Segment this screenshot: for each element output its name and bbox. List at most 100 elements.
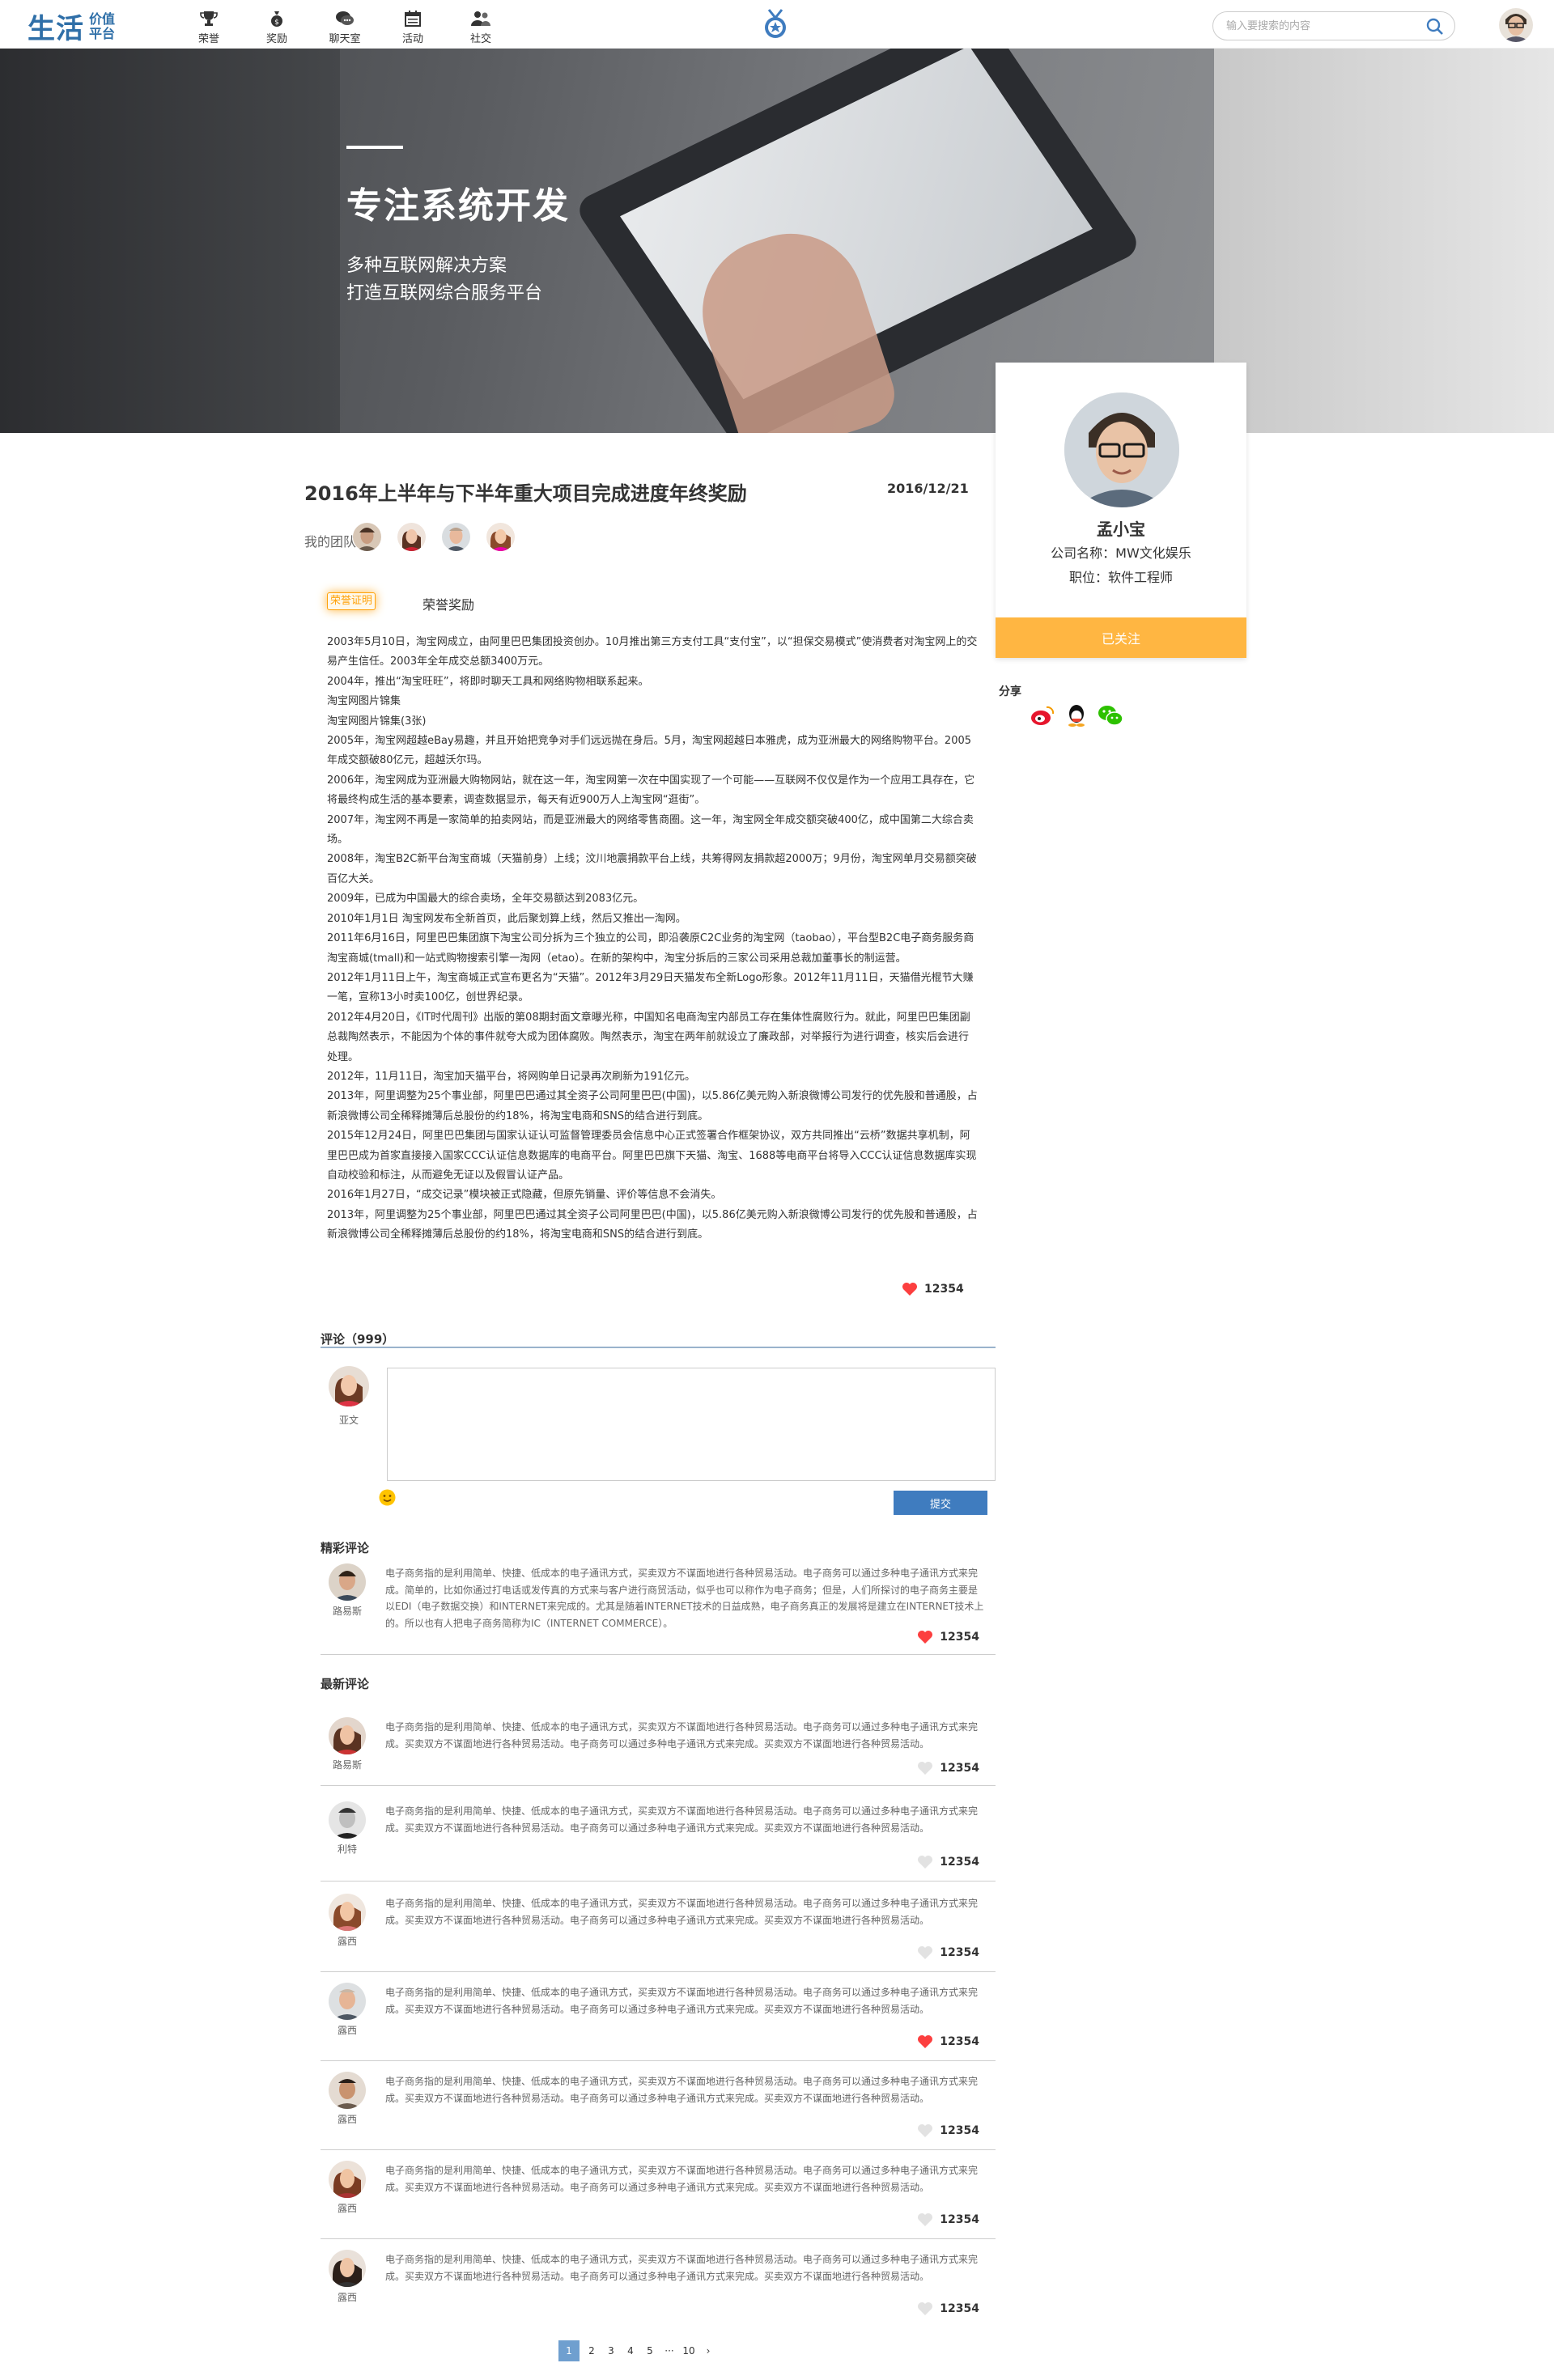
- nav-item-chatroom[interactable]: 聊天室: [311, 5, 379, 45]
- commenter-name: 露西: [337, 2114, 357, 2125]
- article-paragraph: 2013年，阿里调整为25个事业部，阿里巴巴通过其全资子公司阿里巴巴(中国)，以…: [327, 1208, 978, 1241]
- comment-like[interactable]: 12354: [917, 2034, 979, 2049]
- profile-avatar: [1064, 392, 1179, 507]
- share-icons: [1030, 702, 1123, 728]
- article-body: 2003年5月10日，淘宝网成立，由阿里巴巴集团投资创办。10月推出第三方支付工…: [327, 633, 978, 1245]
- current-user-name: 亚文: [338, 1415, 359, 1426]
- pagination: 1 2 3 4 5 ··· 10 ›: [558, 2340, 715, 2361]
- latest-comments-header: 最新评论: [321, 1677, 370, 1691]
- article-paragraph: 2009年，已成为中国最大的综合卖场，全年交易额达到2083亿元。: [327, 893, 644, 906]
- commenter-name: 利特: [337, 1843, 357, 1855]
- honor-certificate-tag[interactable]: 荣誉证明: [327, 592, 376, 610]
- page-3[interactable]: 3: [604, 2342, 618, 2360]
- nav-item-honor[interactable]: 荣誉: [175, 5, 243, 45]
- comment-like[interactable]: 12354: [917, 1630, 979, 1644]
- page-4[interactable]: 4: [623, 2342, 638, 2360]
- commenter-avatar[interactable]: [329, 2161, 366, 2198]
- submit-button[interactable]: 提交: [894, 1491, 987, 1515]
- commenter-name: 露西: [337, 2025, 357, 2036]
- commenter-name: 路易斯: [332, 1759, 362, 1771]
- nav-label: 活动: [401, 33, 423, 45]
- emoji-icon[interactable]: [379, 1489, 396, 1506]
- banner-subtitle: 多种互联网解决方案 打造互联网综合服务平台: [346, 252, 570, 308]
- heart-outline-icon: [918, 2302, 933, 2315]
- article-date: 2016/12/21: [887, 481, 969, 496]
- top-navigation-bar: 生活 价值 平台 荣誉 $ 奖励 聊天室 活动 社交: [0, 0, 1554, 49]
- article-like[interactable]: 12354: [902, 1282, 964, 1296]
- people-icon: [471, 11, 490, 26]
- comment-textarea[interactable]: [387, 1368, 996, 1481]
- page-2[interactable]: 2: [584, 2342, 599, 2360]
- medal-icon[interactable]: [759, 8, 792, 45]
- logo-sub-text: 价值 平台: [89, 11, 116, 41]
- commenter-avatar[interactable]: [329, 1894, 366, 1931]
- commenter-avatar[interactable]: [329, 1983, 366, 2020]
- nav-label: 荣誉: [197, 33, 219, 45]
- commenter-avatar[interactable]: [329, 1801, 366, 1839]
- article-paragraph: 2005年，淘宝网超越eBay易趣，并且开始把竞争对手们远远抛在身后。5月，淘宝…: [327, 735, 972, 767]
- logo-sub-line2: 平台: [89, 25, 116, 41]
- nav-item-reward[interactable]: $ 奖励: [243, 5, 311, 45]
- comment-like[interactable]: 12354: [917, 2212, 979, 2227]
- comment-like[interactable]: 12354: [917, 1945, 979, 1960]
- commenter-avatar[interactable]: [329, 1563, 366, 1601]
- nav-label: 社交: [469, 33, 491, 45]
- team-member-avatar[interactable]: [397, 523, 426, 551]
- wechat-icon[interactable]: [1098, 702, 1123, 728]
- banner-accent-line: [346, 146, 403, 149]
- calendar-icon: [405, 11, 421, 27]
- comment-like-count: 12354: [940, 2035, 979, 2048]
- comments-header: 评论（999）: [321, 1332, 395, 1347]
- team-member-avatar[interactable]: [486, 523, 515, 551]
- comment-like-count: 12354: [940, 1856, 979, 1869]
- heart-icon: [918, 1631, 933, 1644]
- nav-label: 奖励: [265, 33, 287, 45]
- comment-like[interactable]: 12354: [917, 2302, 979, 2316]
- comment-divider: [321, 2238, 996, 2239]
- article-paragraph: 淘宝网图片锦集(3张): [327, 715, 427, 728]
- commenter-avatar[interactable]: [329, 2072, 366, 2109]
- commenter-name: 露西: [337, 2203, 357, 2214]
- article-paragraph: 2006年，淘宝网成为亚洲最大购物网站，就在这一年，淘宝网第一次在中国实现了一个…: [327, 774, 975, 807]
- site-logo[interactable]: 生活 价值 平台: [28, 6, 115, 46]
- comment-like[interactable]: 12354: [917, 1855, 979, 1869]
- weibo-icon[interactable]: [1030, 702, 1055, 728]
- nav-item-social[interactable]: 社交: [447, 5, 515, 45]
- comment-text: 电子商务指的是利用简单、快捷、低成本的电子通讯方式，买卖双方不谋面地进行各种贸易…: [385, 1987, 979, 2015]
- team-member-avatar[interactable]: [353, 523, 381, 551]
- heart-outline-icon: [918, 1762, 933, 1775]
- heart-icon: [918, 2035, 933, 2048]
- comment-divider: [321, 1785, 996, 1786]
- search-icon[interactable]: [1425, 17, 1445, 40]
- comment-divider: [321, 2149, 996, 2150]
- user-avatar[interactable]: [1499, 8, 1533, 42]
- nav-label: 聊天室: [329, 33, 361, 45]
- comment-divider: [321, 1881, 996, 1882]
- article-paragraph: 2012年1月11日上午，淘宝商城正式宣布更名为“天猫”。2012年3月29日天…: [327, 971, 974, 1004]
- qq-icon[interactable]: [1064, 702, 1089, 728]
- follow-button[interactable]: 已关注: [996, 617, 1246, 658]
- team-member-avatar[interactable]: [442, 523, 470, 551]
- page-5[interactable]: 5: [643, 2342, 657, 2360]
- profile-card: 孟小宝 公司名称：MW文化娱乐 职位：软件工程师 已关注: [996, 363, 1246, 658]
- article-paragraph: 2010年1月1日 淘宝网发布全新首页，此后聚划算上线，然后又推出一淘网。: [327, 912, 686, 925]
- article-paragraph: 2007年，淘宝网不再是一家简单的拍卖网站，而是亚洲最大的网络零售商圈。这一年，…: [327, 813, 974, 846]
- article-paragraph: 2013年，阿里调整为25个事业部，阿里巴巴通过其全资子公司阿里巴巴(中国)，以…: [327, 1090, 978, 1122]
- article-paragraph: 2011年6月16日，阿里巴巴集团旗下淘宝公司分拆为三个独立的公司，即沿袭原C2…: [327, 932, 974, 965]
- comment-divider: [321, 2060, 996, 2061]
- team-label: 我的团队: [304, 534, 357, 549]
- article-paragraph: 2012年，11月11日，淘宝加天猫平台，将网购单日记录再次刷新为191亿元。: [327, 1070, 695, 1083]
- next-page-button[interactable]: ›: [701, 2342, 715, 2360]
- heart-outline-icon: [918, 2124, 933, 2137]
- comment-text: 电子商务指的是利用简单、快捷、低成本的电子通讯方式，买卖双方不谋面地进行各种贸易…: [385, 2165, 979, 2193]
- commenter-avatar[interactable]: [329, 1717, 366, 1754]
- comment-like[interactable]: 12354: [917, 1761, 979, 1775]
- page-1[interactable]: 1: [558, 2340, 580, 2361]
- nav-item-activity[interactable]: 活动: [379, 5, 447, 45]
- logo-main-text: 生活: [28, 13, 84, 45]
- page-10[interactable]: 10: [681, 2342, 696, 2360]
- commenter-avatar[interactable]: [329, 2250, 366, 2287]
- comment-like[interactable]: 12354: [917, 2123, 979, 2138]
- search-input[interactable]: [1226, 17, 1417, 35]
- money-bag-icon: $: [271, 11, 282, 27]
